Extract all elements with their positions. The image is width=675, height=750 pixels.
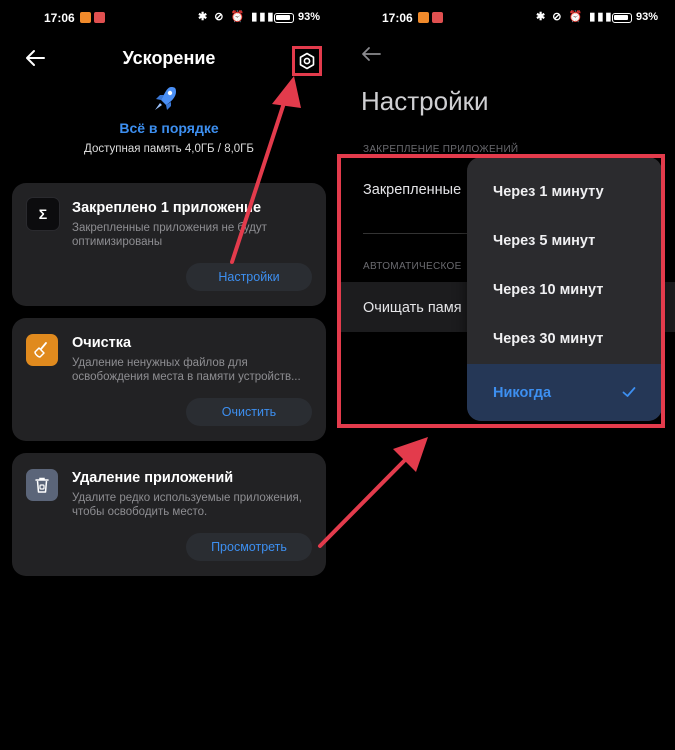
arrow-to-gear <box>230 76 301 264</box>
annotation-arrows <box>230 76 428 548</box>
arrow-to-dropdown <box>318 437 428 548</box>
